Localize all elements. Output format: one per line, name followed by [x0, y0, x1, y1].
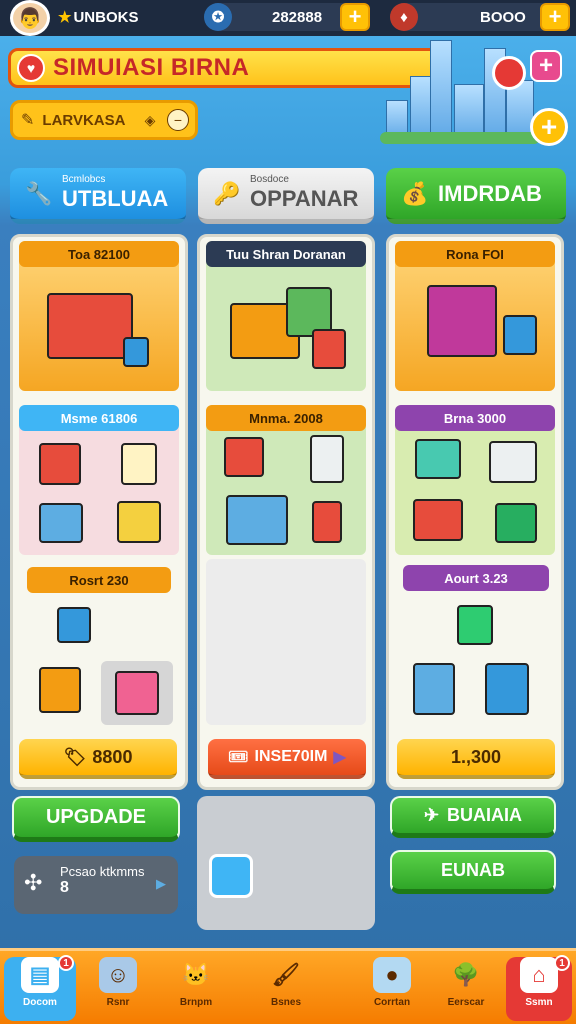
nav-item-brnpm[interactable]: 🐱 Brnpm: [160, 957, 232, 1021]
vending-icon: [312, 329, 346, 369]
panel-icon: [57, 607, 91, 643]
store-front-icon: [489, 441, 537, 483]
nav-item-eerscar[interactable]: 🌳 Eerscar: [430, 957, 502, 1021]
gems-pill: ♦ BOOO +: [390, 3, 570, 31]
player-avatar[interactable]: 👨: [10, 0, 50, 36]
tab-2[interactable]: 🔑 Bosdoce OPPANAR: [198, 168, 374, 224]
bag-icon: 💰: [401, 180, 429, 206]
hint-box[interactable]: ✣ Pcsao ktkmms 8 ▶: [14, 856, 178, 914]
kiosk-icon: [415, 439, 461, 479]
buy-button[interactable]: 🏷 8800: [19, 739, 177, 779]
market-icon: [39, 503, 83, 543]
cube-blue-icon[interactable]: [209, 854, 253, 898]
search-label: LARVKASA: [42, 111, 126, 129]
resource-name: ★ UNBOKS: [58, 9, 139, 26]
package-icon: [115, 671, 159, 715]
bush-icon: 🌳: [452, 962, 480, 987]
side-panel: [197, 796, 375, 930]
insert-button[interactable]: 🎟 INSE70IM ▶: [208, 739, 366, 779]
ticket-icon: 🎟: [228, 749, 249, 766]
tab-2-label: OPPANAR: [250, 185, 359, 211]
tab-3-label: IMDRDAB: [438, 180, 542, 206]
coins-pill: ✪ 282888 +: [204, 3, 370, 31]
column-1: Toa 82100 Msme 61806 Rosrt 230 🏷 8800: [10, 234, 188, 790]
box-icon: [123, 337, 149, 367]
nav-item-ssmn[interactable]: ⌂ Ssmn 1: [506, 955, 572, 1021]
plane-icon: ✈: [423, 805, 440, 825]
card-title: Brna 3000: [395, 405, 555, 431]
van-icon: [226, 495, 288, 545]
play-icon: ▶: [333, 749, 346, 766]
empty-slot[interactable]: [206, 559, 366, 725]
garden-icon: [495, 503, 537, 543]
key-icon: 🔑: [213, 180, 241, 206]
gift-icon: [121, 443, 157, 485]
city-illustration: [380, 30, 540, 144]
nav-badge: 1: [554, 955, 570, 971]
fridge-icon: [310, 435, 344, 483]
pencil-icon: ✎: [21, 112, 35, 129]
board-icon: [413, 663, 455, 715]
price-button[interactable]: 1.,300: [397, 739, 555, 779]
coins-value: 282888: [272, 8, 323, 26]
column-2: Tuu Shran Doranan Mnma. 2008 🎟 INSE70IM ▶: [197, 234, 375, 790]
nav-badge: 1: [58, 955, 74, 971]
upgrade-button[interactable]: UPGDADE: [12, 796, 180, 842]
wrench-icon: 🔧: [25, 180, 53, 206]
card-title: Aourt 3.23: [403, 565, 549, 591]
stall-icon: [224, 437, 264, 477]
shop-building-icon: [47, 293, 133, 359]
tag-icon: 🏷: [63, 746, 87, 767]
card-title: Rosrt 230: [27, 567, 171, 593]
card-title: Msme 61806: [19, 405, 179, 431]
person-icon: ☺: [99, 957, 137, 993]
page-title: SIMUIASI BIRNA: [53, 54, 250, 81]
shop-icon: [117, 501, 161, 543]
crate-icon: [39, 667, 81, 713]
nav-item-rsnr[interactable]: ☺ Rsnr: [82, 957, 154, 1021]
arcade-icon: [427, 285, 497, 357]
tab-1[interactable]: 🔧 Bcmlobcs UTBLUAA: [10, 168, 186, 224]
arrow-icon: ▶: [156, 876, 166, 891]
nav-item-docom[interactable]: ▤ Docom 1: [4, 955, 76, 1021]
nav-item-bsnes[interactable]: 🖌 Bsnes: [250, 957, 322, 1021]
bakery-icon: [413, 499, 463, 541]
pinwheel-icon: ✣: [24, 870, 43, 895]
bottom-nav: ▤ Docom 1 ☺ Rsnr 🐱 Brnpm 🖌 Bsnes ● Corrt…: [0, 948, 576, 1024]
barrel-icon: [503, 315, 537, 355]
card-title: Rona FOI: [395, 241, 555, 267]
minus-icon[interactable]: −: [167, 109, 189, 131]
coin-icon: ✪: [204, 3, 232, 31]
gems-value: BOOO: [480, 8, 526, 26]
tab-3[interactable]: 💰 IMDRDAB: [386, 168, 566, 224]
cube-icon: [485, 663, 529, 715]
action-button-2[interactable]: EUNAB: [390, 850, 556, 894]
column-3: Rona FOI Brna 3000 Aourt 3.23 1.,300: [386, 234, 564, 790]
add-building-button[interactable]: +: [530, 108, 568, 146]
machine-icon: [312, 501, 342, 543]
gem-icon: ♦: [390, 3, 418, 31]
card-title: Mnma. 2008: [206, 405, 366, 431]
crate-green-icon: [457, 605, 493, 645]
cat-icon: 🐱: [182, 962, 210, 987]
search-bar[interactable]: ✎ LARVKASA ◈ −: [10, 100, 198, 140]
document-icon: ▤: [21, 957, 59, 993]
card-title: Tuu Shran Doranan: [206, 241, 366, 267]
action-button-1[interactable]: ✈ BUAIAIA: [390, 796, 556, 838]
add-coins-button[interactable]: +: [340, 3, 370, 31]
add-gems-button[interactable]: +: [540, 3, 570, 31]
location-icon[interactable]: ◈: [139, 109, 161, 131]
paint-icon: 🖌: [272, 962, 300, 987]
tab-1-label: UTBLUAA: [62, 185, 169, 211]
coin-icon: ●: [373, 957, 411, 993]
nav-item-corrtan[interactable]: ● Corrtan: [356, 957, 428, 1021]
heart-icon: ♥: [17, 54, 45, 82]
card-title: Toa 82100: [19, 241, 179, 267]
shop-icon: ⌂: [520, 957, 558, 993]
add-pin-button[interactable]: +: [530, 50, 562, 82]
store-icon: [39, 443, 81, 485]
star-icon: ★: [58, 9, 72, 26]
